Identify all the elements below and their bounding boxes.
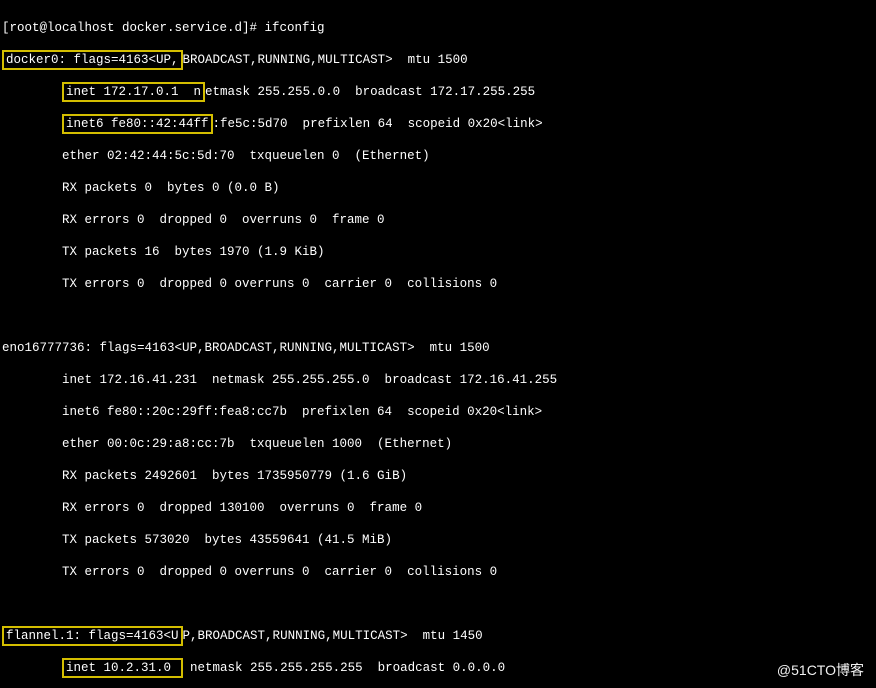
iface-flannel-header: flannel.1: flags=4163<UP,BROADCAST,RUNNI… — [2, 628, 874, 644]
terminal-output: [root@localhost docker.service.d]# ifcon… — [0, 0, 876, 688]
iface-docker0-txe: TX errors 0 dropped 0 overruns 0 carrier… — [2, 276, 874, 292]
highlight-docker0-inet6: inet6 fe80::42:44ff — [62, 114, 213, 134]
command-prompt: [root@localhost docker.service.d]# ifcon… — [2, 20, 874, 36]
iface-eno-ether: ether 00:0c:29:a8:cc:7b txqueuelen 1000 … — [2, 436, 874, 452]
highlight-docker0-header: docker0: flags=4163<UP, — [2, 50, 183, 70]
iface-docker0-rxp: RX packets 0 bytes 0 (0.0 B) — [2, 180, 874, 196]
iface-eno-txe: TX errors 0 dropped 0 overruns 0 carrier… — [2, 564, 874, 580]
highlight-docker0-inet: inet 172.17.0.1 n — [62, 82, 205, 102]
iface-docker0-rxe: RX errors 0 dropped 0 overruns 0 frame 0 — [2, 212, 874, 228]
iface-docker0-header: docker0: flags=4163<UP,BROADCAST,RUNNING… — [2, 52, 874, 68]
iface-eno-txp: TX packets 573020 bytes 43559641 (41.5 M… — [2, 532, 874, 548]
iface-eno-rxp: RX packets 2492601 bytes 1735950779 (1.6… — [2, 468, 874, 484]
iface-docker0-inet6: inet6 fe80::42:44ff:fe5c:5d70 prefixlen … — [2, 116, 874, 132]
iface-eno-header: eno16777736: flags=4163<UP,BROADCAST,RUN… — [2, 340, 874, 356]
iface-docker0-ether: ether 02:42:44:5c:5d:70 txqueuelen 0 (Et… — [2, 148, 874, 164]
iface-docker0-inet: inet 172.17.0.1 netmask 255.255.0.0 broa… — [2, 84, 874, 100]
highlight-flannel-inet: inet 10.2.31.0 — [62, 658, 183, 678]
iface-eno-rxe: RX errors 0 dropped 130100 overruns 0 fr… — [2, 500, 874, 516]
iface-eno-inet: inet 172.16.41.231 netmask 255.255.255.0… — [2, 372, 874, 388]
iface-docker0-txp: TX packets 16 bytes 1970 (1.9 KiB) — [2, 244, 874, 260]
iface-flannel-inet: inet 10.2.31.0 netmask 255.255.255.255 b… — [2, 660, 874, 676]
iface-eno-inet6: inet6 fe80::20c:29ff:fea8:cc7b prefixlen… — [2, 404, 874, 420]
watermark-label: @51CTO博客 — [777, 662, 864, 678]
highlight-flannel-header: flannel.1: flags=4163<U — [2, 626, 183, 646]
